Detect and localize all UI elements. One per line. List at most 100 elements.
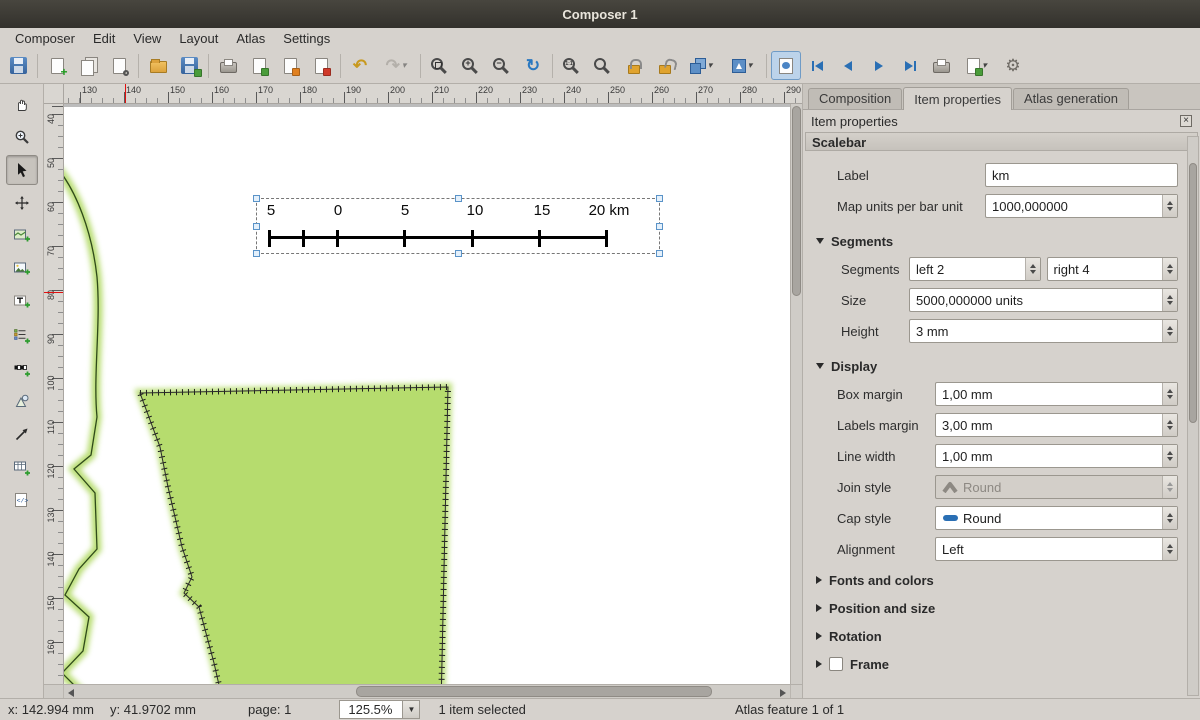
frame-checkbox[interactable] xyxy=(829,657,843,671)
titlebar[interactable]: Composer 1 xyxy=(0,0,1200,28)
undo-button[interactable]: ↶ xyxy=(345,51,375,80)
save-project-button[interactable] xyxy=(3,51,33,80)
composer-manager-button[interactable] xyxy=(104,51,134,80)
zoom-combo-arrow[interactable]: ▼ xyxy=(403,700,420,719)
move-item-content-button[interactable] xyxy=(6,188,38,218)
raise-items-button[interactable]: ▾ xyxy=(722,51,762,80)
labels-margin-spinbox[interactable]: 3,00 mm xyxy=(935,413,1178,437)
atlas-prev-button[interactable] xyxy=(833,51,863,80)
export-atlas-button[interactable]: ▾ xyxy=(957,51,997,80)
segments-group-header[interactable]: Segments xyxy=(816,232,1178,250)
selection-handle[interactable] xyxy=(656,195,663,202)
zoom-tool-button[interactable] xyxy=(6,122,38,152)
scroll-left-arrow-icon[interactable] xyxy=(68,689,74,697)
spinner-buttons[interactable] xyxy=(1025,258,1040,280)
spinner-buttons[interactable] xyxy=(1162,507,1177,529)
pan-tool-button[interactable] xyxy=(6,89,38,119)
label-input[interactable] xyxy=(985,163,1178,187)
zoom-in-button[interactable] xyxy=(456,51,486,80)
print-button[interactable] xyxy=(213,51,243,80)
redo-button[interactable]: ↷▾ xyxy=(376,51,416,80)
lock-items-button[interactable] xyxy=(619,51,649,80)
frame-header[interactable]: Frame xyxy=(816,655,1178,673)
atlas-preview-toggle[interactable] xyxy=(771,51,801,80)
add-scalebar-button[interactable] xyxy=(6,353,38,383)
spinner-buttons[interactable] xyxy=(1162,538,1177,560)
rotation-header[interactable]: Rotation xyxy=(816,627,1178,645)
add-arrow-button[interactable] xyxy=(6,419,38,449)
menu-composer[interactable]: Composer xyxy=(6,30,84,47)
duplicate-composer-button[interactable] xyxy=(73,51,103,80)
add-legend-button[interactable] xyxy=(6,320,38,350)
selection-handle[interactable] xyxy=(656,223,663,230)
composition-canvas[interactable]: 505101520 km xyxy=(64,104,790,684)
atlas-next-button[interactable] xyxy=(864,51,894,80)
spinner-buttons[interactable] xyxy=(1162,383,1177,405)
spinner-buttons[interactable] xyxy=(1162,195,1177,217)
spinner-buttons[interactable] xyxy=(1162,320,1177,342)
line-width-spinbox[interactable]: 1,00 mm xyxy=(935,444,1178,468)
add-shape-button[interactable] xyxy=(6,386,38,416)
zoom-selection-button[interactable] xyxy=(588,51,618,80)
selection-handle[interactable] xyxy=(656,250,663,257)
spinner-buttons[interactable] xyxy=(1162,289,1177,311)
vscroll-thumb[interactable] xyxy=(792,106,801,296)
scalebar-item[interactable]: 505101520 km xyxy=(256,198,660,254)
select-move-item-button[interactable] xyxy=(6,155,38,185)
export-pdf-button[interactable] xyxy=(306,51,336,80)
panel-scroll-thumb[interactable] xyxy=(1189,163,1197,423)
selection-handle[interactable] xyxy=(253,195,260,202)
box-margin-spinbox[interactable]: 1,00 mm xyxy=(935,382,1178,406)
unlock-all-button[interactable] xyxy=(650,51,680,80)
spinner-buttons[interactable] xyxy=(1162,445,1177,467)
add-html-button[interactable]: </> xyxy=(6,485,38,515)
atlas-settings-button[interactable]: ⚙ xyxy=(998,51,1028,80)
menu-layout[interactable]: Layout xyxy=(170,30,227,47)
tab-atlas-generation[interactable]: Atlas generation xyxy=(1013,88,1129,109)
cap-style-combo[interactable]: Round xyxy=(935,506,1178,530)
menu-atlas[interactable]: Atlas xyxy=(227,30,274,47)
print-atlas-button[interactable] xyxy=(926,51,956,80)
selection-handle[interactable] xyxy=(455,195,462,202)
hscroll-thumb[interactable] xyxy=(356,686,712,697)
vertical-scrollbar[interactable] xyxy=(790,104,802,684)
zoom-level-combo[interactable]: 125.5% ▼ xyxy=(339,700,420,719)
menu-edit[interactable]: Edit xyxy=(84,30,124,47)
menu-view[interactable]: View xyxy=(124,30,170,47)
size-spinbox[interactable]: 5000,000000 units xyxy=(909,288,1178,312)
horizontal-scrollbar[interactable] xyxy=(64,685,790,698)
tab-item-properties[interactable]: Item properties xyxy=(903,87,1012,110)
add-image-button[interactable] xyxy=(6,254,38,284)
add-label-button[interactable] xyxy=(6,287,38,317)
group-items-button[interactable]: ▾ xyxy=(681,51,721,80)
export-image-button[interactable] xyxy=(244,51,274,80)
selection-handle[interactable] xyxy=(253,250,260,257)
selection-handle[interactable] xyxy=(455,250,462,257)
add-new-map-button[interactable] xyxy=(6,221,38,251)
tab-composition[interactable]: Composition xyxy=(808,88,902,109)
save-template-button[interactable] xyxy=(174,51,204,80)
zoom-out-button[interactable] xyxy=(487,51,517,80)
add-attribute-table-button[interactable] xyxy=(6,452,38,482)
atlas-first-button[interactable] xyxy=(802,51,832,80)
atlas-last-button[interactable] xyxy=(895,51,925,80)
position-and-size-header[interactable]: Position and size xyxy=(816,599,1178,617)
new-composer-button[interactable]: + xyxy=(42,51,72,80)
menu-settings[interactable]: Settings xyxy=(274,30,339,47)
display-group-header[interactable]: Display xyxy=(816,357,1178,375)
close-panel-button[interactable]: × xyxy=(1180,115,1192,127)
alignment-combo[interactable]: Left xyxy=(935,537,1178,561)
load-template-button[interactable] xyxy=(143,51,173,80)
fonts-and-colors-header[interactable]: Fonts and colors xyxy=(816,571,1178,589)
segments-right-spinbox[interactable]: right 4 xyxy=(1047,257,1179,281)
spinner-buttons[interactable] xyxy=(1162,414,1177,436)
refresh-view-button[interactable]: ↻ xyxy=(518,51,548,80)
zoom-actual-button[interactable] xyxy=(557,51,587,80)
spinner-buttons[interactable] xyxy=(1162,258,1177,280)
zoom-full-button[interactable] xyxy=(425,51,455,80)
map-units-spinbox[interactable]: 1000,000000 xyxy=(985,194,1178,218)
export-svg-button[interactable] xyxy=(275,51,305,80)
segments-left-spinbox[interactable]: left 2 xyxy=(909,257,1041,281)
scroll-right-arrow-icon[interactable] xyxy=(780,689,786,697)
selection-handle[interactable] xyxy=(253,223,260,230)
